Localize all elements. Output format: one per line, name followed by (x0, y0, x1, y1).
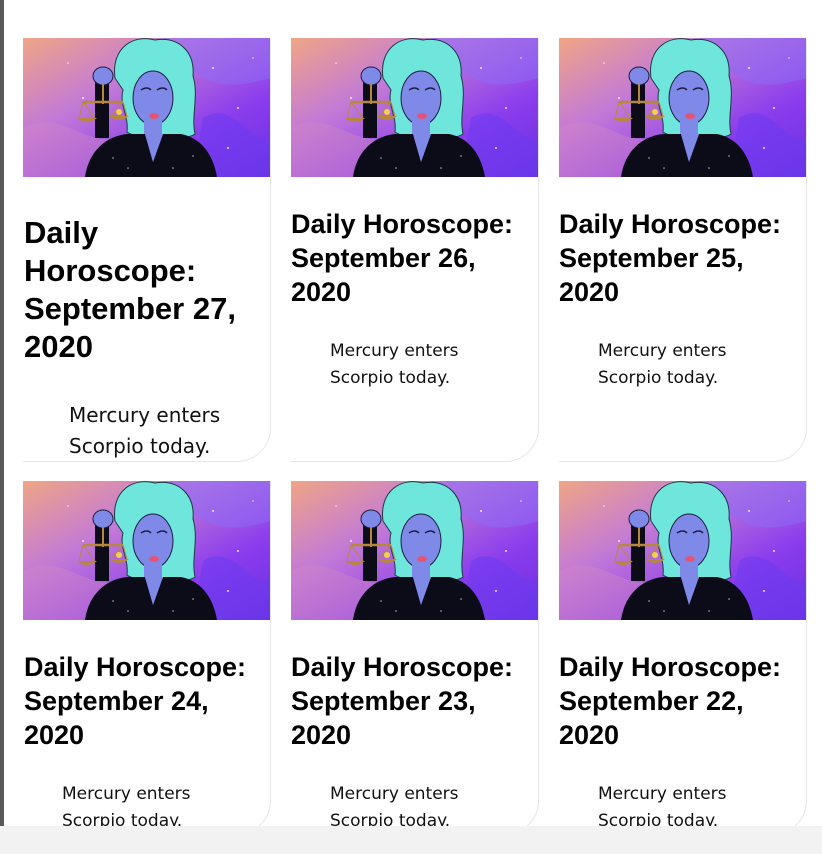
title-line: 2020 (559, 277, 620, 307)
card-title[interactable]: Daily Horoscope: September 25, 2020 (559, 207, 781, 309)
title-line: Daily Horoscope: (24, 652, 247, 682)
window-left-edge (0, 0, 4, 854)
title-line: September 24, (24, 686, 209, 716)
title-line: September 27, (24, 291, 236, 326)
title-line: Horoscope: (24, 253, 197, 288)
excerpt-line: Mercury enters (62, 784, 191, 804)
libra-illustration-image[interactable] (559, 38, 806, 177)
title-line: September 23, (291, 686, 476, 716)
title-line: September 22, (559, 686, 744, 716)
excerpt-line: Mercury enters (598, 341, 727, 361)
title-line: Daily Horoscope: (291, 652, 514, 682)
title-line: September 26, (291, 243, 476, 273)
article-card[interactable]: Daily Horoscope: September 24, 2020 Merc… (23, 481, 271, 835)
title-line: 2020 (291, 720, 352, 750)
excerpt-line: Scorpio today. (598, 368, 719, 388)
card-title[interactable]: Daily Horoscope: September 23, 2020 (291, 650, 513, 752)
article-card[interactable]: Daily Horoscope: September 26, 2020 Merc… (291, 38, 539, 462)
title-line: September 25, (559, 243, 744, 273)
excerpt-line: Mercury enters (330, 784, 459, 804)
libra-illustration-image[interactable] (291, 38, 538, 177)
title-line: Daily (24, 215, 99, 250)
title-line: 2020 (24, 329, 93, 364)
libra-illustration-image[interactable] (23, 38, 270, 177)
card-excerpt: Mercury enters Scorpio today. (598, 338, 748, 392)
card-title[interactable]: Daily Horoscope: September 27, 2020 (24, 214, 236, 366)
excerpt-line: Mercury enters (598, 784, 727, 804)
title-line: 2020 (24, 720, 85, 750)
card-excerpt: Mercury enters Scorpio today. (330, 338, 480, 392)
card-excerpt: Mercury enters Scorpio today. (69, 400, 239, 462)
libra-illustration-image[interactable] (23, 481, 270, 620)
excerpt-line: Scorpio today. (330, 368, 451, 388)
libra-illustration-image[interactable] (559, 481, 806, 620)
libra-illustration-image[interactable] (291, 481, 538, 620)
card-title[interactable]: Daily Horoscope: September 24, 2020 (24, 650, 246, 752)
title-line: Daily Horoscope: (291, 209, 514, 239)
title-line: Daily Horoscope: (559, 209, 782, 239)
excerpt-line: Scorpio today. (69, 434, 211, 458)
excerpt-line: Mercury enters (69, 403, 221, 427)
title-line: Daily Horoscope: (559, 652, 782, 682)
card-title[interactable]: Daily Horoscope: September 22, 2020 (559, 650, 781, 752)
card-title[interactable]: Daily Horoscope: September 26, 2020 (291, 207, 513, 309)
title-line: 2020 (291, 277, 352, 307)
article-card[interactable]: Daily Horoscope: September 23, 2020 Merc… (291, 481, 539, 835)
article-card[interactable]: Daily Horoscope: September 25, 2020 Merc… (559, 38, 807, 462)
article-card[interactable]: Daily Horoscope: September 27, 2020 Merc… (23, 38, 271, 462)
excerpt-line: Mercury enters (330, 341, 459, 361)
article-card[interactable]: Daily Horoscope: September 22, 2020 Merc… (559, 481, 807, 835)
page-bottom-strip (0, 826, 822, 854)
title-line: 2020 (559, 720, 620, 750)
